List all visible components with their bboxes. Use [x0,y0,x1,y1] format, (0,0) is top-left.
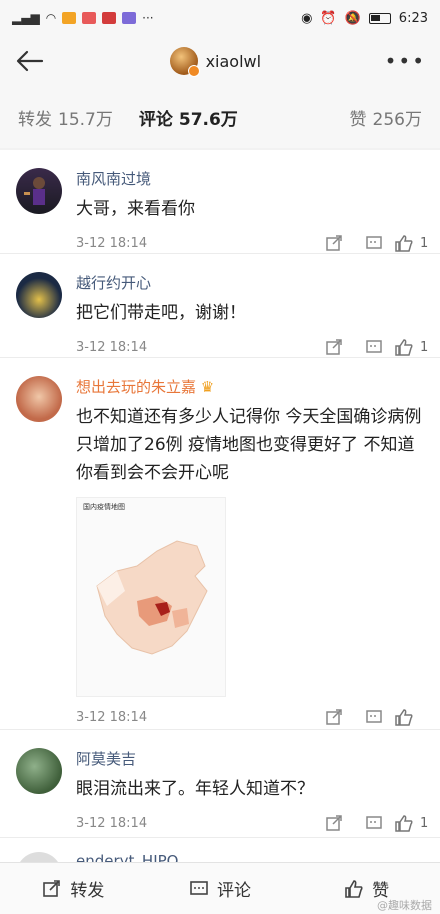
more-notifications-icon: ··· [142,11,154,25]
commenter-name[interactable]: 越行约开心 [76,272,440,293]
comment-text: 眼泪流出来了。年轻人知道不？ [76,779,314,799]
like-count: 1 [420,815,429,831]
tab-repost-label: 转发 [18,109,52,130]
commenter-name[interactable]: 想出去玩的朱立嘉 ♛ [76,376,440,397]
wifi-icon: ◠ [45,11,57,25]
tab-bar: 转发 15.7万 评论 57.6万 赞 256万 [0,86,440,148]
avatar[interactable] [16,272,62,318]
avatar[interactable] [16,168,62,214]
comment-text: 把它们带走吧，谢谢！ [76,303,246,323]
image-title: 国内疫情地图 [83,503,125,511]
comment-item: 南风南过境 大哥，来看看你 3-12 18:14 1 [0,150,440,254]
share-icon[interactable] [314,708,354,726]
repost-button[interactable]: 转发 [0,876,147,901]
repost-icon [43,879,61,897]
vip-crown-icon: ♛ [200,378,215,396]
comment-list: 南风南过境 大哥，来看看你 3-12 18:14 1 越行约开心 把它们带走吧，… [0,150,440,898]
thumbs-up-icon [395,339,413,356]
like-count: 1 [420,235,429,251]
tab-repost-count: 15.7万 [58,109,113,130]
verified-badge-icon [187,65,200,77]
battery-icon [368,12,391,24]
tab-comments-count: 57.6万 [178,109,238,130]
comment-time: 3-12 18:14 [76,709,148,725]
back-button[interactable] [14,45,46,77]
tab-likes-label: 赞 [349,109,367,130]
comment-item: 想出去玩的朱立嘉 ♛ 也不知道还有多少人记得你 今天全国确诊病例只增加了26例 … [0,358,440,730]
notification-mail-icon [62,12,77,24]
reply-icon[interactable] [354,338,394,356]
watermark: @趣味数据 [377,899,432,912]
reply-icon[interactable] [354,708,394,726]
share-icon[interactable] [314,814,354,832]
like-button[interactable]: 1 [394,234,440,252]
status-bar: ▂▄▆ ◠ ··· ◉ ⏰ 🔕 6:23 [0,0,440,36]
comment-text: 也不知道还有多少人记得你 今天全国确诊病例只增加了26例 疫情地图也变得更好了 … [76,407,422,483]
comment-time: 3-12 18:14 [76,339,148,355]
comment-icon [190,880,208,895]
notification-browser-icon [122,12,137,24]
like-button[interactable] [394,708,440,726]
notification-weibo-icon [102,12,117,24]
notification-app-icon [82,12,97,24]
comment-item: 阿莫美吉 眼泪流出来了。年轻人知道不？ 3-12 18:14 1 [0,730,440,838]
repost-label: 转发 [70,881,105,901]
signal-icon: ▂▄▆ [12,11,40,25]
status-left-icons: ▂▄▆ ◠ ··· [12,11,154,25]
comment-time: 3-12 18:14 [76,815,148,831]
avatar[interactable] [16,376,62,422]
reply-icon[interactable] [354,234,394,252]
like-count: 1 [420,339,429,355]
reply-icon[interactable] [354,814,394,832]
thumbs-up-icon [345,879,363,898]
avatar[interactable] [16,748,62,794]
more-options-icon[interactable]: ••• [385,49,426,73]
share-icon[interactable] [314,234,354,252]
header-user[interactable]: xiaolwl [169,47,262,77]
avatar[interactable] [169,47,200,77]
tab-likes[interactable]: 赞 256万 [350,105,422,130]
thumbs-up-icon [395,235,413,252]
status-time: 6:23 [398,10,428,26]
comment-button[interactable]: 评论 [147,876,294,901]
commenter-name[interactable]: 阿莫美吉 [76,748,440,769]
top-bar: xiaolwl ••• [0,36,440,86]
comment-meta: 3-12 18:14 1 [76,803,440,843]
comment-item: 越行约开心 把它们带走吧，谢谢！ 3-12 18:14 1 [0,254,440,358]
like-button[interactable]: 1 [394,814,440,832]
silent-icon: 🔕 [344,10,361,26]
commenter-name-text: 想出去玩的朱立嘉 [76,378,197,396]
avatar-image [24,177,45,205]
tab-comments-label: 评论 [138,109,173,130]
tab-comments[interactable]: 评论 57.6万 [139,105,238,130]
thumbs-up-icon [395,709,413,726]
comment-time: 3-12 18:14 [76,235,148,251]
like-button[interactable]: 1 [394,338,440,356]
comment-image[interactable]: 国内疫情地图 [76,497,226,697]
page-title: xiaolwl [205,51,262,71]
commenter-name[interactable]: 南风南过境 [76,168,440,189]
tab-likes-count: 256万 [372,109,422,130]
china-map-icon [96,540,208,655]
arrow-left-icon [16,50,44,72]
comment-label: 评论 [217,881,251,901]
thumbs-up-icon [395,815,413,832]
comment-text: 大哥，来看看你 [76,199,195,219]
share-icon[interactable] [314,338,354,356]
alarm-icon: ⏰ [320,10,337,26]
eye-icon: ◉ [301,10,313,26]
status-right: ◉ ⏰ 🔕 6:23 [301,11,428,26]
bottom-action-bar: 转发 评论 赞 [0,862,440,914]
tab-repost[interactable]: 转发 15.7万 [18,105,113,130]
